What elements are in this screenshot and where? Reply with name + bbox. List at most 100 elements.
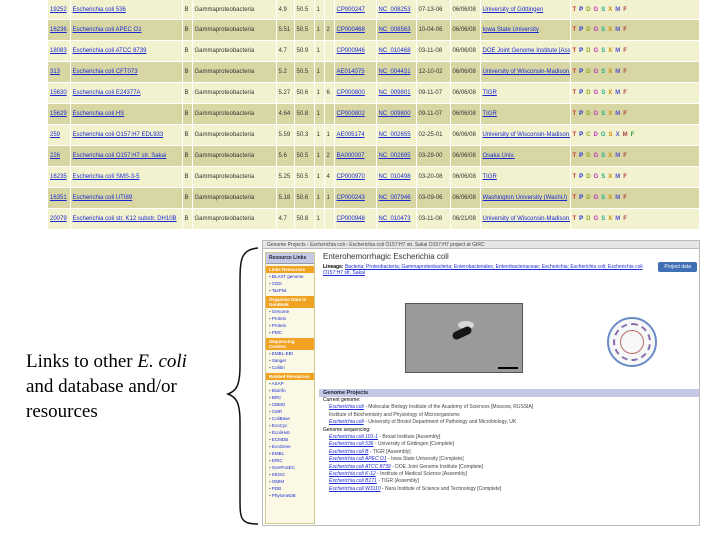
resource-link[interactable]: M bbox=[623, 132, 628, 138]
resource-link[interactable]: X bbox=[608, 174, 612, 180]
resource-link[interactable]: D bbox=[586, 111, 590, 117]
resource-link[interactable]: G bbox=[601, 132, 606, 138]
resource-link[interactable]: T bbox=[573, 132, 577, 138]
resource-link[interactable]: P bbox=[579, 90, 583, 96]
cell-organism[interactable]: Escherichia coli HS bbox=[70, 103, 183, 125]
cell-organism[interactable]: Escherichia coli str. K12 substr. DH10B bbox=[70, 208, 183, 230]
resource-link[interactable]: D bbox=[586, 216, 590, 222]
resource-link[interactable]: G bbox=[594, 48, 599, 54]
resource-link[interactable]: S bbox=[601, 7, 605, 13]
project-link[interactable]: Escherichia coli B bbox=[329, 449, 368, 455]
sidebar-link[interactable]: Colibri bbox=[266, 364, 314, 371]
cell-refseq[interactable]: CP000800 bbox=[334, 82, 377, 104]
cell-id[interactable]: 20079 bbox=[48, 208, 71, 230]
resource-link[interactable]: M bbox=[615, 7, 620, 13]
cell-refseq[interactable]: AE014075 bbox=[334, 61, 377, 83]
resource-link[interactable]: C bbox=[586, 132, 590, 138]
resource-link[interactable]: F bbox=[623, 48, 627, 54]
resource-link[interactable]: F bbox=[623, 7, 627, 13]
cell-organism[interactable]: Escherichia coli E24377A bbox=[70, 82, 183, 104]
cell-ncbi[interactable]: NC_008253 bbox=[376, 0, 417, 20]
sidebar-link[interactable]: TaxPlot bbox=[266, 287, 314, 294]
resource-link[interactable]: S bbox=[601, 69, 605, 75]
resource-link[interactable]: G bbox=[594, 27, 599, 33]
cell-organism[interactable]: Escherichia coli O157:H7 str. Sakai bbox=[70, 145, 183, 167]
cell-id[interactable]: 16235 bbox=[48, 166, 71, 188]
resource-link[interactable]: X bbox=[608, 90, 612, 96]
resource-link[interactable]: D bbox=[586, 27, 590, 33]
resource-link[interactable]: T bbox=[573, 111, 577, 117]
cell-refseq[interactable]: CP000468 bbox=[334, 19, 377, 41]
cell-organism[interactable]: Escherichia coli 536 bbox=[70, 0, 183, 20]
cell-center[interactable]: Osaka Univ. bbox=[480, 145, 571, 167]
sidebar-link[interactable]: Protein bbox=[266, 315, 314, 322]
resource-link[interactable]: D bbox=[586, 90, 590, 96]
cell-ncbi[interactable]: NC_009800 bbox=[376, 103, 417, 125]
resource-link[interactable]: S bbox=[601, 153, 605, 159]
project-link[interactable]: Escherichia coli K-12 bbox=[329, 471, 376, 477]
resource-link[interactable]: T bbox=[573, 195, 577, 201]
sidebar-link[interactable]: Protein bbox=[266, 322, 314, 329]
cell-ncbi[interactable]: NC_009801 bbox=[376, 82, 417, 104]
cell-id[interactable]: 226 bbox=[48, 145, 71, 167]
cell-id[interactable]: 15629 bbox=[48, 103, 71, 125]
resource-link[interactable]: X bbox=[608, 27, 612, 33]
cell-refseq[interactable]: CP000948 bbox=[334, 208, 377, 230]
sidebar-link[interactable]: EMBL-EBI bbox=[266, 350, 314, 357]
cell-center[interactable]: DOE Joint Genome Institute [Assembly] bbox=[480, 40, 571, 62]
project-link[interactable]: Escherichia coli W3110 bbox=[329, 486, 381, 492]
cell-ncbi[interactable]: NC_002695 bbox=[376, 145, 417, 167]
resource-link[interactable]: D bbox=[594, 132, 598, 138]
resource-link[interactable]: M bbox=[615, 153, 620, 159]
resource-link[interactable]: S bbox=[601, 174, 605, 180]
sidebar-link[interactable]: ASAP bbox=[266, 380, 314, 387]
sidebar-link[interactable]: Genome bbox=[266, 308, 314, 315]
resource-link[interactable]: X bbox=[608, 69, 612, 75]
project-link[interactable]: Escherichia coli APEC O1 bbox=[329, 456, 387, 462]
resource-link[interactable]: S bbox=[609, 132, 613, 138]
sidebar-link[interactable]: EcoCyc bbox=[266, 422, 314, 429]
sidebar-link[interactable]: KEGG bbox=[266, 471, 314, 478]
cell-ncbi[interactable]: NC_010473 bbox=[376, 208, 417, 230]
resource-link[interactable]: F bbox=[623, 111, 627, 117]
sidebar-link[interactable]: CBMG bbox=[266, 401, 314, 408]
resource-link[interactable]: T bbox=[573, 27, 577, 33]
resource-link[interactable]: G bbox=[594, 153, 599, 159]
resource-link[interactable]: G bbox=[594, 111, 599, 117]
resource-link[interactable]: X bbox=[608, 7, 612, 13]
resource-link[interactable]: M bbox=[615, 174, 620, 180]
resource-link[interactable]: F bbox=[623, 153, 627, 159]
resource-link[interactable]: F bbox=[623, 69, 627, 75]
project-link[interactable]: Escherichia coli B171 bbox=[329, 478, 377, 484]
resource-link[interactable]: M bbox=[615, 69, 620, 75]
cell-center[interactable]: University of Wisconsin-Madison, USA bbox=[480, 208, 571, 230]
resource-link[interactable]: X bbox=[608, 195, 612, 201]
project-link[interactable]: Escherichia coli 101-1 bbox=[329, 434, 378, 440]
resource-link[interactable]: P bbox=[579, 7, 583, 13]
cell-ncbi[interactable]: NC_002655 bbox=[376, 124, 417, 146]
resource-link[interactable]: F bbox=[623, 27, 627, 33]
resource-link[interactable]: M bbox=[615, 195, 620, 201]
cell-refseq[interactable]: CP000243 bbox=[334, 187, 377, 209]
cell-center[interactable]: University of Wisconsin-Madison, USA bbox=[480, 124, 571, 146]
sidebar-link[interactable]: GenProtEC bbox=[266, 464, 314, 471]
cell-refseq[interactable]: AE005174 bbox=[334, 124, 377, 146]
resource-link[interactable]: M bbox=[615, 27, 620, 33]
resource-link[interactable]: X bbox=[616, 132, 620, 138]
resource-link[interactable]: G bbox=[594, 90, 599, 96]
sidebar-link[interactable]: ColiBase bbox=[266, 415, 314, 422]
resource-link[interactable]: P bbox=[579, 69, 583, 75]
sidebar-link[interactable]: BRC bbox=[266, 394, 314, 401]
cell-center[interactable]: TIGR bbox=[480, 103, 571, 125]
resource-link[interactable]: S bbox=[601, 90, 605, 96]
cell-id[interactable]: 19252 bbox=[48, 0, 71, 20]
resource-link[interactable]: G bbox=[594, 216, 599, 222]
resource-link[interactable]: S bbox=[601, 48, 605, 54]
project-data-button[interactable]: Project data bbox=[658, 262, 697, 272]
resource-link[interactable]: D bbox=[586, 174, 590, 180]
cell-refseq[interactable]: CP000247 bbox=[334, 0, 377, 20]
sidebar-link[interactable]: OMIM bbox=[266, 478, 314, 485]
resource-link[interactable]: P bbox=[579, 195, 583, 201]
cell-refseq[interactable]: CP000802 bbox=[334, 103, 377, 125]
cell-center[interactable]: TIGR bbox=[480, 166, 571, 188]
